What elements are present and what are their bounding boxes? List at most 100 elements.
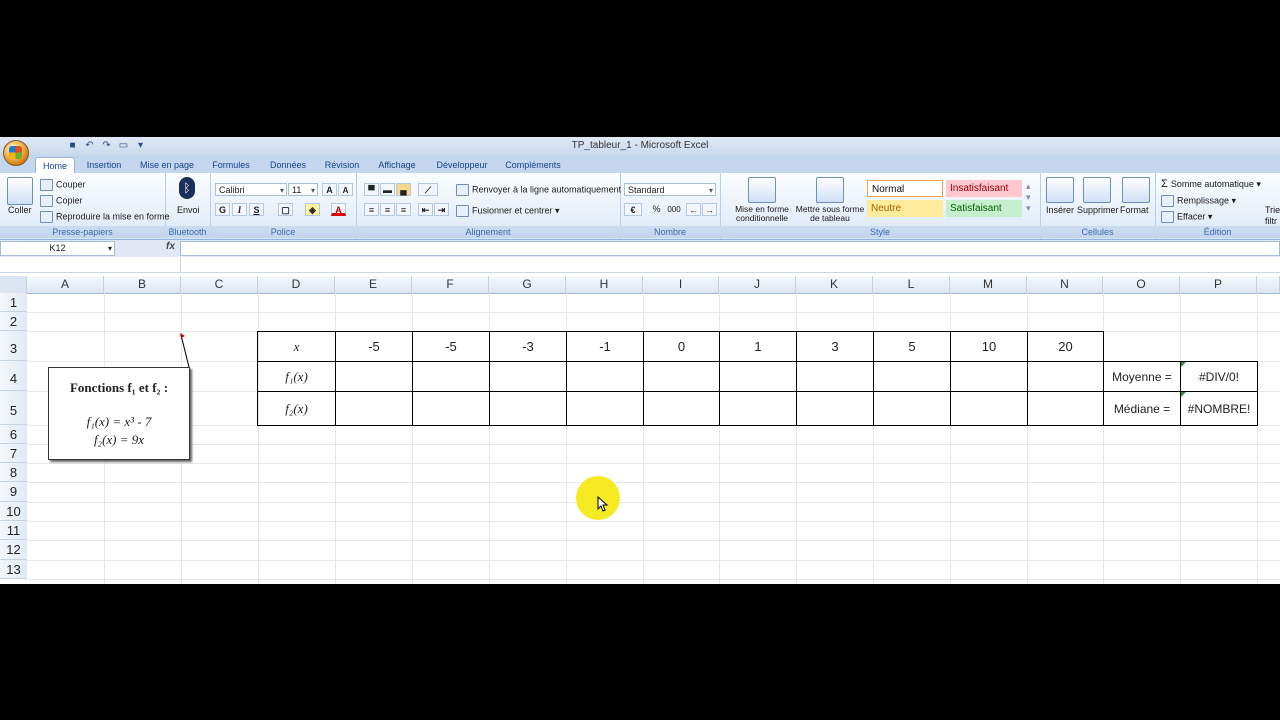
f1-value-cell[interactable]: [950, 361, 1028, 392]
x-value-cell[interactable]: 3: [796, 331, 874, 362]
f1-value-cell[interactable]: [489, 361, 567, 392]
format-as-table-icon[interactable]: [816, 177, 844, 203]
align-top-icon[interactable]: ▀: [364, 183, 379, 196]
align-left-icon[interactable]: ≡: [364, 203, 379, 216]
x-value-cell[interactable]: -5: [412, 331, 490, 362]
column-header-q[interactable]: [1257, 276, 1280, 293]
shrink-font-icon[interactable]: A: [338, 183, 353, 196]
insert-cells-icon[interactable]: [1046, 177, 1074, 203]
column-header-a[interactable]: A: [27, 276, 104, 293]
f2-value-cell[interactable]: [643, 391, 720, 426]
tab-insertion[interactable]: Insertion: [80, 157, 128, 173]
f2-header-cell[interactable]: f₂(x): [257, 391, 336, 426]
autosum-button[interactable]: Σ Somme automatique ▾: [1161, 179, 1261, 190]
format-as-table-button[interactable]: Mettre sous forme de tableau: [792, 205, 868, 223]
column-header-p[interactable]: P: [1180, 276, 1257, 293]
row-header-12[interactable]: 12: [0, 540, 27, 560]
align-middle-icon[interactable]: ▬: [380, 183, 395, 196]
x-value-cell[interactable]: 20: [1027, 331, 1104, 362]
percent-button[interactable]: %: [649, 203, 664, 216]
f1-value-cell[interactable]: [335, 361, 413, 392]
f2-value-cell[interactable]: [412, 391, 490, 426]
tab-review[interactable]: Révision: [319, 157, 365, 173]
decrease-decimal-icon[interactable]: →: [702, 203, 717, 216]
f2-value-cell[interactable]: [719, 391, 797, 426]
tab-developer[interactable]: Développeur: [432, 157, 492, 173]
copy-button[interactable]: Copier: [40, 195, 83, 207]
row-header-4[interactable]: 4: [0, 361, 27, 391]
delete-cells-icon[interactable]: [1083, 177, 1111, 203]
decrease-indent-icon[interactable]: ⇤: [418, 203, 433, 216]
style-good[interactable]: Satisfaisant: [946, 200, 1022, 217]
column-header-b[interactable]: B: [104, 276, 181, 293]
cut-button[interactable]: Couper: [40, 179, 86, 191]
error-indicator-icon[interactable]: [1181, 392, 1186, 397]
f2-value-cell[interactable]: [1027, 391, 1104, 426]
f1-value-cell[interactable]: [873, 361, 951, 392]
row-header-7[interactable]: 7: [0, 444, 27, 463]
select-all-corner[interactable]: [0, 276, 27, 293]
f1-value-cell[interactable]: [1027, 361, 1104, 392]
median-label-cell[interactable]: Médiane =: [1103, 391, 1181, 426]
row-header-13[interactable]: 13: [0, 560, 27, 579]
column-header-f[interactable]: F: [412, 276, 489, 293]
thousands-button[interactable]: 000: [665, 203, 683, 216]
x-value-cell[interactable]: -3: [489, 331, 567, 362]
grow-font-icon[interactable]: A: [322, 183, 337, 196]
conditional-formatting-icon[interactable]: [748, 177, 776, 203]
error-indicator-icon[interactable]: [1181, 362, 1186, 367]
row-header-8[interactable]: 8: [0, 463, 27, 482]
currency-icon[interactable]: €: [624, 203, 642, 216]
border-icon[interactable]: ▢: [278, 203, 293, 216]
arrow-shape[interactable]: [180, 333, 194, 369]
tab-data[interactable]: Données: [264, 157, 312, 173]
f2-value-cell[interactable]: [950, 391, 1028, 426]
tab-home[interactable]: Home: [35, 157, 75, 174]
row-header-2[interactable]: 2: [0, 312, 27, 331]
style-neutral[interactable]: Neutre: [867, 200, 943, 217]
f1-value-cell[interactable]: [719, 361, 797, 392]
fill-color-icon[interactable]: ◈: [305, 203, 320, 216]
font-name-select[interactable]: Calibri: [215, 183, 287, 197]
f2-value-cell[interactable]: [335, 391, 413, 426]
f2-value-cell[interactable]: [873, 391, 951, 426]
sort-filter-button[interactable]: Trierfiltr: [1265, 205, 1280, 227]
align-bottom-icon[interactable]: ▄: [396, 183, 411, 196]
font-color-icon[interactable]: A: [331, 203, 346, 216]
f1-value-cell[interactable]: [643, 361, 720, 392]
row-header-3[interactable]: 3: [0, 331, 27, 361]
merge-center-button[interactable]: Fusionner et centrer ▾: [456, 205, 560, 217]
increase-indent-icon[interactable]: ⇥: [434, 203, 449, 216]
format-cells-button[interactable]: Format: [1120, 205, 1149, 216]
mean-label-cell[interactable]: Moyenne =: [1103, 361, 1181, 392]
tab-addins[interactable]: Compléments: [502, 157, 564, 173]
f1-value-cell[interactable]: [412, 361, 490, 392]
f1-value-cell[interactable]: [796, 361, 874, 392]
increase-decimal-icon[interactable]: ←: [686, 203, 701, 216]
mean-value-cell[interactable]: #DIV/0!: [1180, 361, 1258, 392]
column-header-i[interactable]: I: [643, 276, 719, 293]
row-header-1[interactable]: 1: [0, 293, 27, 312]
f1-header-cell[interactable]: f₁(x): [257, 361, 336, 392]
f2-value-cell[interactable]: [489, 391, 567, 426]
column-header-j[interactable]: J: [719, 276, 796, 293]
style-bad[interactable]: Insatisfaisant: [946, 180, 1022, 197]
x-value-cell[interactable]: -5: [335, 331, 413, 362]
insert-cells-button[interactable]: Insérer: [1046, 205, 1074, 216]
f1-value-cell[interactable]: [566, 361, 644, 392]
conditional-formatting-button[interactable]: Mise en forme conditionnelle: [726, 205, 798, 223]
row-header-11[interactable]: 11: [0, 521, 27, 540]
fill-button[interactable]: Remplissage ▾: [1161, 195, 1236, 207]
paste-icon[interactable]: [7, 177, 33, 205]
format-painter-button[interactable]: Reproduire la mise en forme: [40, 211, 170, 223]
row-header-6[interactable]: 6: [0, 425, 27, 444]
column-header-c[interactable]: C: [181, 276, 258, 293]
number-format-select[interactable]: Standard: [624, 183, 716, 197]
paste-button[interactable]: Coller: [8, 205, 32, 216]
bold-button[interactable]: G: [215, 203, 230, 216]
insert-function-icon[interactable]: fx: [166, 241, 175, 252]
column-header-k[interactable]: K: [796, 276, 873, 293]
format-cells-icon[interactable]: [1122, 177, 1150, 203]
style-normal[interactable]: Normal: [867, 180, 943, 197]
clear-button[interactable]: Effacer ▾: [1161, 211, 1212, 223]
